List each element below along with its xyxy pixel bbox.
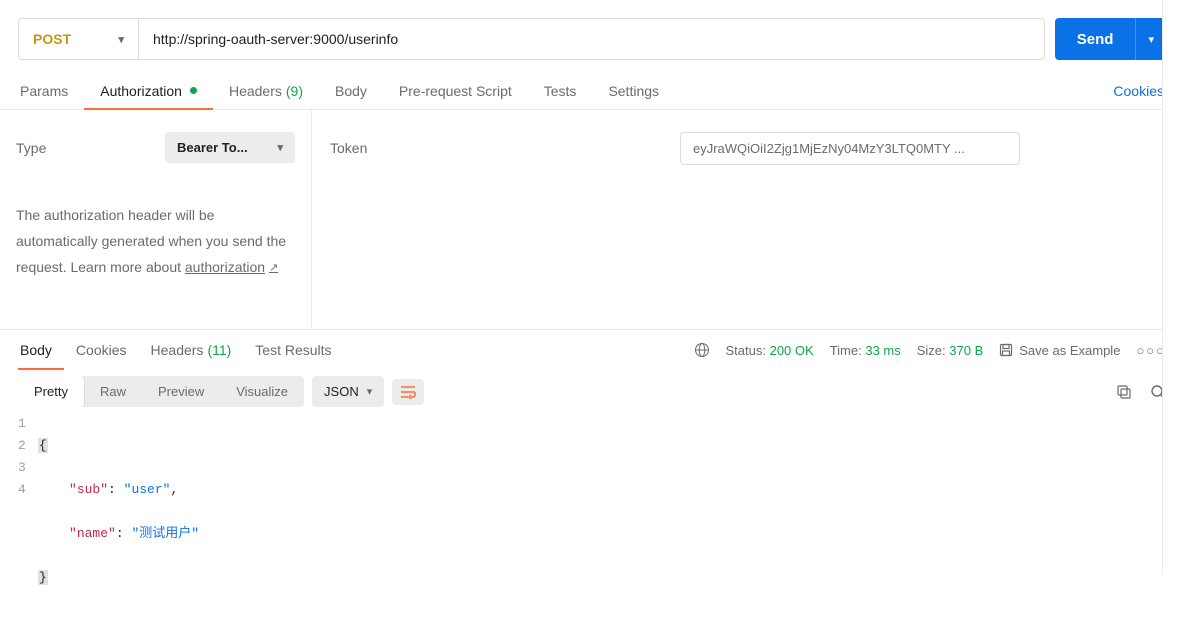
chevron-down-icon: ▾ [1148, 33, 1154, 46]
time-block: Time: 33 ms [830, 343, 901, 358]
status-block: Status: 200 OK [726, 343, 814, 358]
modified-indicator-icon [190, 87, 197, 94]
res-tab-test-results[interactable]: Test Results [243, 330, 343, 370]
res-tab-body[interactable]: Body [18, 330, 64, 370]
request-bar: POST ▾ http://spring-oauth-server:9000/u… [18, 18, 1045, 60]
authorization-pane: Type Bearer To... ▾ The authorization he… [0, 110, 1184, 330]
wrap-icon [400, 385, 416, 399]
request-tabs: Params Authorization Headers (9) Body Pr… [0, 72, 1184, 110]
view-visualize[interactable]: Visualize [220, 376, 304, 407]
send-group: Send ▾ [1055, 18, 1166, 60]
wrap-lines-button[interactable] [392, 379, 424, 405]
auth-type-select[interactable]: Bearer To... ▾ [165, 132, 295, 163]
view-pretty[interactable]: Pretty [18, 376, 85, 407]
response-tabs: Body Cookies Headers (11) Test Results S… [0, 330, 1184, 370]
tab-headers[interactable]: Headers (9) [213, 72, 319, 109]
send-button[interactable]: Send [1055, 18, 1136, 60]
tab-settings[interactable]: Settings [592, 72, 675, 109]
response-body[interactable]: 1 2 3 4 { "sub": "user", "name": "测试用户" … [0, 413, 1184, 633]
view-raw[interactable]: Raw [84, 376, 142, 407]
save-as-example-button[interactable]: Save as Example [999, 343, 1120, 358]
chevron-down-icon: ▾ [277, 141, 283, 154]
auth-description: The authorization header will be automat… [16, 203, 295, 281]
save-icon [999, 343, 1013, 357]
format-select[interactable]: JSON ▾ [312, 376, 384, 407]
tab-prerequest[interactable]: Pre-request Script [383, 72, 528, 109]
cookies-link[interactable]: Cookies [1113, 83, 1166, 99]
token-input[interactable]: eyJraWQiOiI2Zjg1MjEzNy04MzY3LTQ0MTY ... [680, 132, 1020, 165]
method-value: POST [33, 31, 71, 47]
chevron-down-icon: ▾ [118, 33, 124, 46]
external-link-icon: ↗ [269, 258, 278, 278]
copy-icon [1116, 384, 1132, 400]
auth-learn-more-link[interactable]: authorization ↗ [185, 255, 278, 281]
res-tab-cookies[interactable]: Cookies [64, 330, 139, 370]
method-select[interactable]: POST ▾ [19, 19, 139, 59]
size-block: Size: 370 B [917, 343, 984, 358]
right-rail [1162, 0, 1184, 574]
res-tab-headers[interactable]: Headers (11) [139, 330, 244, 370]
code-content: { "sub": "user", "name": "测试用户" } [38, 413, 199, 633]
network-icon[interactable] [694, 342, 710, 358]
url-input[interactable]: http://spring-oauth-server:9000/userinfo [139, 19, 1044, 59]
copy-button[interactable] [1116, 384, 1132, 400]
tab-params[interactable]: Params [18, 72, 84, 109]
auth-type-label: Type [16, 140, 46, 156]
view-mode-segment: Pretty Raw Preview Visualize [18, 376, 304, 407]
view-preview[interactable]: Preview [142, 376, 220, 407]
auth-content: Token eyJraWQiOiI2Zjg1MjEzNy04MzY3LTQ0MT… [312, 110, 1184, 329]
token-label: Token [330, 132, 660, 156]
tab-body[interactable]: Body [319, 72, 383, 109]
tab-authorization[interactable]: Authorization [84, 72, 213, 109]
url-value: http://spring-oauth-server:9000/userinfo [153, 31, 398, 47]
auth-sidebar: Type Bearer To... ▾ The authorization he… [0, 110, 312, 329]
line-gutter: 1 2 3 4 [18, 413, 38, 633]
response-view-toolbar: Pretty Raw Preview Visualize JSON ▾ [0, 370, 1184, 413]
tab-tests[interactable]: Tests [528, 72, 593, 109]
chevron-down-icon: ▾ [367, 385, 373, 398]
